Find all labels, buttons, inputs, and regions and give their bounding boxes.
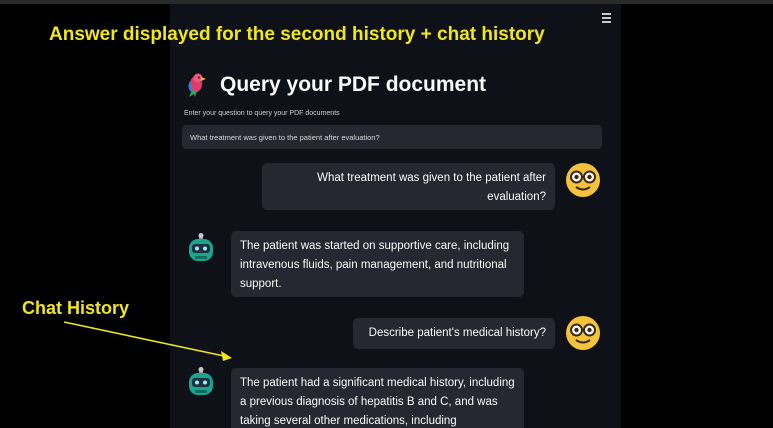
user-message-bubble: What treatment was given to the patient … xyxy=(262,163,555,210)
nerd-face-icon xyxy=(566,316,600,350)
user-message-bubble: Describe patient's medical history? xyxy=(353,318,555,349)
annotation-title: Answer displayed for the second history … xyxy=(49,24,545,45)
bot-message-bubble: The patient was started on supportive ca… xyxy=(231,231,524,297)
message-text: The patient was started on supportive ca… xyxy=(240,240,510,290)
robot-icon xyxy=(189,367,213,395)
annotation-arrow xyxy=(63,321,232,361)
message-text: Describe patient's medical history? xyxy=(368,327,546,339)
bot-message-bubble: The patient had a significant medical hi… xyxy=(231,368,524,428)
query-input[interactable] xyxy=(182,125,602,149)
message-text: What treatment was given to the patient … xyxy=(317,172,546,203)
robot-icon xyxy=(189,233,213,261)
message-text: The patient had a significant medical hi… xyxy=(240,377,515,427)
nerd-face-icon xyxy=(566,163,600,197)
app-header: Query your PDF document xyxy=(186,72,486,98)
query-input-label: Enter your question to query your PDF do… xyxy=(184,110,340,117)
parrot-icon xyxy=(188,73,206,97)
annotation-chat-history-label: Chat History xyxy=(22,298,130,318)
hamburger-menu-icon[interactable] xyxy=(602,13,616,25)
page-title: Query your PDF document xyxy=(220,73,487,96)
